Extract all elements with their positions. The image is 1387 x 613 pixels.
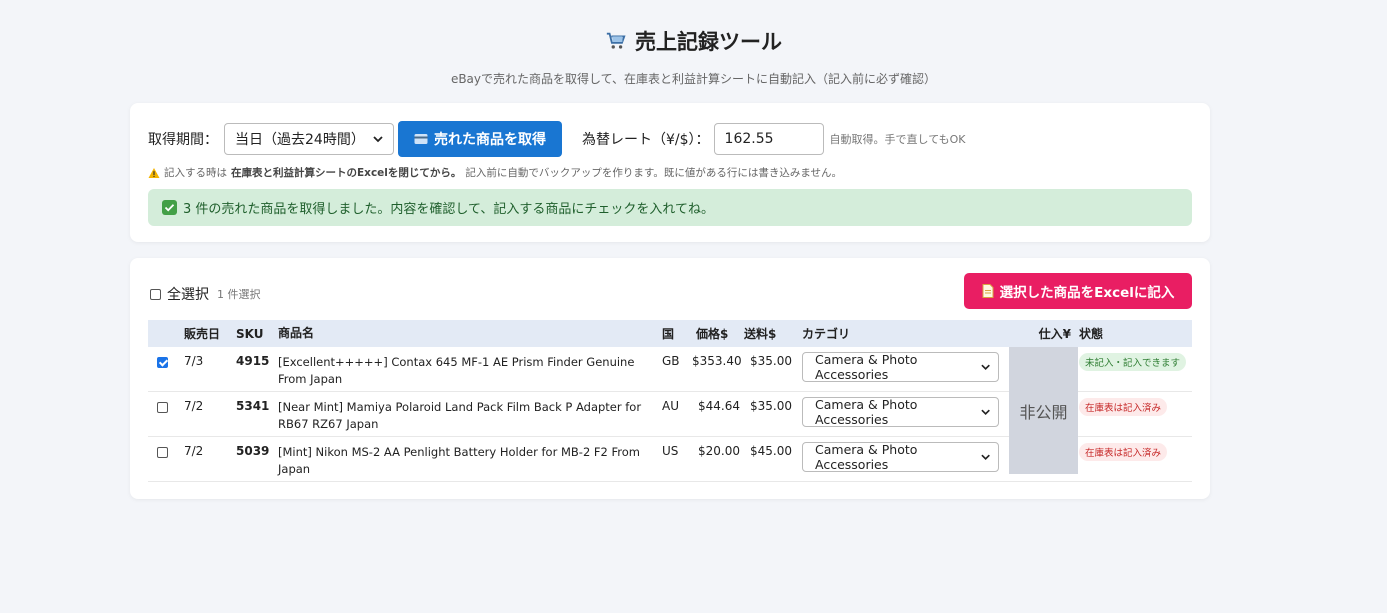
category-select-value: Camera & Photo Accessories [815, 442, 918, 472]
category-select-value: Camera & Photo Accessories [815, 352, 918, 382]
chevron-down-icon [981, 454, 990, 461]
cell-date: 7/3 [184, 354, 204, 368]
cell-country: AU [662, 399, 679, 413]
select-all-label: 全選択 [167, 287, 209, 303]
col-sku: SKU [236, 326, 264, 341]
period-select-value: 当日（過去24時間） [235, 132, 365, 148]
col-date: 販売日 [184, 327, 221, 341]
success-alert: 3 件の売れた商品を取得しました。内容を確認して、記入する商品にチェックを入れて… [148, 189, 1192, 226]
page-header: 売上記録ツール eBayで売れた商品を取得して、在庫表と利益計算シートに自動記入… [0, 26, 1387, 87]
chevron-down-icon [981, 409, 990, 416]
rate-note: 自動取得。手で直してもOK [829, 133, 966, 146]
cell-price: $353.40 [692, 354, 742, 368]
cell-price: $44.64 [698, 399, 740, 413]
sold-items-table: 販売日 SKU 商品名 国 価格$ 送料$ カテゴリ 仕入¥ 状態 7/3 49… [148, 320, 1192, 482]
cell-sku: 4915 [236, 354, 270, 368]
cell-name: [Excellent+++++] Contax 645 MF-1 AE Pris… [278, 355, 635, 386]
chevron-down-icon [981, 364, 990, 371]
success-message: 3 件の売れた商品を取得しました。内容を確認して、記入する商品にチェックを入れて… [183, 202, 714, 217]
cost-hidden-overlay: 非公開 [1009, 347, 1078, 474]
col-name: 商品名 [278, 326, 315, 340]
cell-status: 在庫表は記入済み [1071, 392, 1192, 416]
cell-sku: 5341 [236, 399, 270, 413]
title-text: 売上記録ツール [635, 30, 782, 54]
cell-category: Camera & Photo Accessories [792, 437, 1001, 472]
row-checkbox[interactable] [157, 447, 168, 458]
period-label: 取得期間： [148, 132, 218, 148]
cell-category: Camera & Photo Accessories [792, 392, 1001, 427]
chevron-down-icon [373, 136, 383, 143]
category-select[interactable]: Camera & Photo Accessories [802, 397, 999, 427]
col-country: 国 [662, 327, 675, 341]
warning-prefix: 記入する時は [164, 167, 227, 179]
col-price: 価格$ [696, 327, 729, 341]
row-checkbox-cell [148, 392, 184, 416]
select-all-checkbox[interactable] [150, 288, 161, 300]
sold-items-panel: 全選択 1 件選択 選択した商品をExcelに記入 販売日 SKU 商品名 国 … [130, 258, 1210, 499]
rate-input[interactable] [713, 123, 824, 155]
status-badge: 在庫表は記入済み [1079, 443, 1168, 461]
cell-shipping: $35.00 [750, 399, 792, 413]
fetch-panel: 取得期間： 当日（過去24時間） 売れた商品を取得 為替レート（¥/$）： 自動… [130, 103, 1210, 242]
category-select-value: Camera & Photo Accessories [815, 397, 918, 427]
select-all[interactable]: 全選択 1 件選択 [150, 284, 261, 304]
warning-note: 記入する時は 在庫表と利益計算シートのExcelを閉じてから。 記入前に自動でバ… [148, 165, 842, 180]
cell-country: US [662, 444, 679, 458]
status-badge: 在庫表は記入済み [1079, 398, 1168, 416]
fetch-button-label: 売れた商品を取得 [434, 132, 546, 148]
cell-shipping: $45.00 [750, 444, 792, 458]
cell-shipping: $35.00 [750, 354, 792, 368]
cell-date: 7/2 [184, 444, 204, 458]
cell-price: $20.00 [698, 444, 740, 458]
warning-icon [148, 167, 160, 178]
cell-status: 在庫表は記入済み [1071, 437, 1192, 461]
period-select[interactable]: 当日（過去24時間） [224, 123, 394, 155]
warning-suffix: 記入前に自動でバックアップを作ります。既に値がある行には書き込みません。 [465, 167, 843, 179]
cell-country: GB [662, 354, 680, 368]
page-subtitle: eBayで売れた商品を取得して、在庫表と利益計算シートに自動記入（記入前に必ず確… [450, 72, 937, 86]
row-checkbox[interactable] [157, 402, 168, 413]
row-checkbox-cell [148, 347, 184, 371]
shopping-cart-icon [606, 32, 626, 49]
col-status: 状態 [1079, 327, 1104, 341]
excel-button-label: 選択した商品をExcelに記入 [999, 285, 1175, 301]
cell-category: Camera & Photo Accessories [792, 347, 1001, 382]
cell-name: [Mint] Nikon MS-2 AA Penlight Battery Ho… [278, 445, 640, 476]
row-checkbox[interactable] [157, 357, 168, 368]
page-title: 売上記録ツール [605, 26, 782, 56]
cell-status: 未記入・記入できます [1071, 347, 1192, 371]
category-select[interactable]: Camera & Photo Accessories [802, 442, 999, 472]
status-badge: 未記入・記入できます [1079, 353, 1187, 371]
col-cost: 仕入¥ [1038, 327, 1071, 341]
selected-count: 1 件選択 [217, 288, 261, 301]
warning-bold: 在庫表と利益計算シートのExcelを閉じてから。 [231, 167, 462, 179]
check-mark-icon [162, 200, 177, 215]
fetch-controls: 取得期間： 当日（過去24時間） 売れた商品を取得 為替レート（¥/$）： 自動… [148, 121, 966, 157]
col-shipping: 送料$ [744, 327, 777, 341]
fetch-sold-items-button[interactable]: 売れた商品を取得 [398, 121, 562, 157]
credit-card-icon [414, 134, 428, 144]
write-to-excel-button[interactable]: 選択した商品をExcelに記入 [964, 273, 1192, 309]
category-select[interactable]: Camera & Photo Accessories [802, 352, 999, 382]
cell-name: [Near Mint] Mamiya Polaroid Land Pack Fi… [278, 400, 642, 431]
row-checkbox-cell [148, 437, 184, 461]
rate-label: 為替レート（¥/$）： [582, 132, 710, 148]
cell-sku: 5039 [236, 444, 270, 458]
cell-date: 7/2 [184, 399, 204, 413]
col-category: カテゴリ [802, 327, 851, 341]
document-icon [982, 284, 994, 298]
table-header: 販売日 SKU 商品名 国 価格$ 送料$ カテゴリ 仕入¥ 状態 [148, 320, 1192, 347]
